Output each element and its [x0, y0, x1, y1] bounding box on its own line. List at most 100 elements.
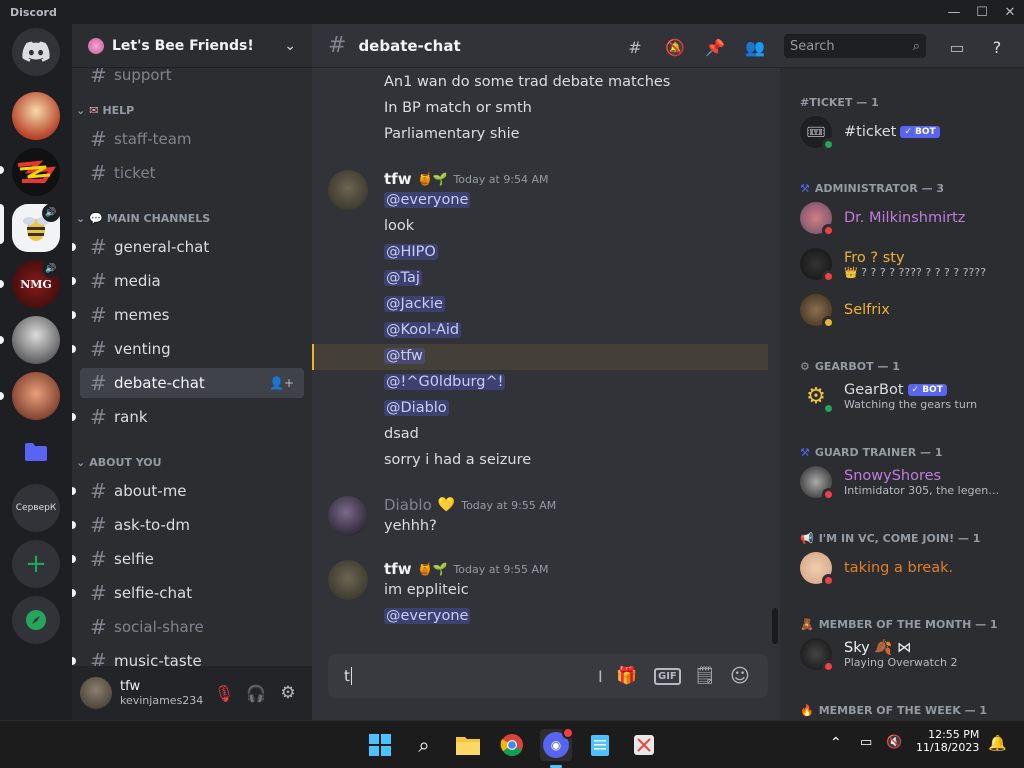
message-author[interactable]: tfw: [384, 170, 412, 188]
message-author[interactable]: tfw: [384, 560, 412, 578]
channel-ask-to-dm[interactable]: # ask-to-dm: [72, 510, 304, 540]
folder-icon: [25, 443, 47, 461]
notepad-icon[interactable]: [584, 729, 616, 761]
pin-icon[interactable]: 📌: [704, 36, 726, 58]
emoji-icon[interactable]: ☺: [730, 665, 750, 687]
server-header[interactable]: Let's Bee Friends! ⌄: [72, 24, 312, 68]
channel-rank[interactable]: # rank: [72, 402, 304, 432]
mention-everyone[interactable]: @everyone: [384, 608, 471, 624]
start-button[interactable]: [364, 729, 396, 761]
help-icon[interactable]: ?: [986, 36, 1008, 58]
message-composer[interactable]: t I 🎁 GIF 🗒 ☺: [328, 654, 768, 698]
inbox-icon[interactable]: ▭: [946, 36, 968, 58]
chrome-icon[interactable]: [496, 729, 528, 761]
mention-user[interactable]: @Jackie: [384, 296, 445, 312]
gear-icon[interactable]: ⚙: [272, 683, 304, 703]
group-label: #TICKET — 1: [800, 96, 879, 109]
composer-input[interactable]: t: [344, 667, 350, 685]
category-about-you[interactable]: ⌄ ABOUT YOU: [76, 456, 162, 469]
server-icon-5[interactable]: [12, 316, 60, 364]
channel-music-taste[interactable]: # music-taste: [72, 646, 304, 666]
server-icon-1[interactable]: [12, 92, 60, 140]
member-list-icon[interactable]: 👥: [744, 36, 766, 58]
channel-venting[interactable]: # venting: [72, 334, 304, 364]
direct-messages-button[interactable]: [12, 28, 60, 76]
channel-media[interactable]: # media: [72, 266, 304, 296]
mic-muted-icon[interactable]: 🎙: [208, 684, 240, 703]
hash-icon: #: [90, 68, 107, 87]
windows-logo-icon: [369, 734, 391, 756]
category-label: ABOUT YOU: [89, 456, 162, 469]
mention-user[interactable]: @Kool-Aid: [384, 322, 462, 338]
avatar[interactable]: [80, 677, 112, 709]
avatar[interactable]: [328, 496, 368, 536]
gift-icon[interactable]: 🎁: [616, 666, 637, 686]
channel-selfie-chat[interactable]: # selfie-chat: [72, 578, 304, 608]
clock[interactable]: 12:55 PM 11/18/2023: [916, 728, 979, 754]
notepad-logo-icon: [591, 735, 609, 756]
close-icon[interactable]: ✕: [996, 0, 1024, 24]
chevron-up-icon[interactable]: ⌃: [830, 735, 842, 751]
channel-staff-team[interactable]: # staff-team: [80, 124, 304, 154]
message-author[interactable]: Diablo: [384, 496, 432, 514]
server-icon-2[interactable]: [12, 148, 60, 196]
network-icon[interactable]: ▭: [860, 735, 872, 750]
maximize-icon[interactable]: ☐: [968, 0, 996, 24]
member-item[interactable]: Fro ? sty 👑 ? ? ? ? ???? ? ? ? ? ????: [800, 248, 1010, 283]
mention-user[interactable]: @!^G0ldburg^!: [384, 374, 506, 390]
member-item[interactable]: SnowyShores Intimidator 305, the legend r…: [800, 466, 1010, 501]
mention-self[interactable]: @tfw: [384, 348, 425, 364]
member-item[interactable]: ⚙ GearBot ✓ BOT Watching the gears turn: [800, 380, 1010, 415]
search-input[interactable]: Search: [790, 39, 913, 54]
mention-everyone[interactable]: @everyone: [384, 192, 471, 208]
member-item[interactable]: 🎟 #ticket ✓ BOT: [800, 116, 1010, 151]
explore-servers-button[interactable]: [12, 596, 60, 644]
megaphone-icon: 📢: [800, 532, 814, 545]
channel-social-share[interactable]: # social-share: [80, 612, 304, 642]
invite-icon[interactable]: 👤+: [269, 376, 294, 390]
sticker-icon[interactable]: 🗒: [694, 666, 716, 686]
category-help[interactable]: ⌄ ✉ HELP: [76, 104, 134, 117]
avatar: [800, 294, 835, 329]
search-box[interactable]: Search ⌕: [784, 34, 926, 58]
member-item[interactable]: Selfrix: [800, 294, 1010, 329]
member-item[interactable]: Dr. Milkinshmirtz: [800, 202, 1010, 237]
member-name: SnowyShores: [844, 467, 942, 484]
threads-icon[interactable]: #: [624, 36, 646, 58]
user-display-name: tfw: [120, 679, 141, 694]
category-main-channels[interactable]: ⌄ 💬 MAIN CHANNELS: [76, 212, 210, 225]
user-info[interactable]: tfw kevinjames234: [120, 679, 208, 707]
channel-support[interactable]: # support: [80, 68, 304, 90]
hash-icon: #: [328, 33, 347, 58]
message-text: sorry i had a seizure: [384, 452, 532, 468]
mention-user[interactable]: @Diablo: [384, 400, 449, 416]
server-folder[interactable]: [12, 428, 60, 476]
member-item[interactable]: taking a break.: [800, 552, 1010, 587]
avatar[interactable]: [328, 170, 368, 210]
scrollbar-thumb[interactable]: [772, 608, 778, 644]
notification-muted-icon[interactable]: 🔕: [664, 36, 686, 58]
discord-taskbar-icon[interactable]: ◉: [540, 727, 574, 761]
channel-selfie[interactable]: # selfie: [72, 544, 304, 574]
channel-memes[interactable]: # memes: [72, 300, 304, 330]
file-explorer-icon[interactable]: [452, 729, 484, 761]
headphones-icon[interactable]: 🎧: [240, 684, 272, 703]
channel-about-me[interactable]: # about-me: [72, 476, 304, 506]
minimize-icon[interactable]: —: [940, 0, 968, 24]
avatar[interactable]: [328, 560, 368, 600]
add-server-button[interactable]: +: [12, 540, 60, 588]
channel-ticket[interactable]: # ticket: [80, 158, 304, 188]
member-item[interactable]: Sky 🍂 ⋈ Playing Overwatch 2: [800, 638, 1010, 673]
channel-debate-chat[interactable]: # debate-chat 👤+: [80, 368, 304, 398]
mention-user[interactable]: @HIPO: [384, 244, 438, 260]
member-name: Sky 🍂 ⋈: [844, 640, 912, 656]
search-icon[interactable]: ⌕: [408, 729, 440, 761]
mention-user[interactable]: @Taj: [384, 270, 422, 286]
server-icon-6[interactable]: [12, 372, 60, 420]
channel-general-chat[interactable]: # general-chat: [72, 232, 304, 262]
snipping-tool-icon[interactable]: [628, 729, 660, 761]
volume-muted-icon[interactable]: 🔇: [886, 735, 902, 750]
server-icon-text[interactable]: СерверК: [12, 484, 60, 532]
gif-icon[interactable]: GIF: [654, 667, 681, 685]
notification-bell-icon[interactable]: 🔔: [988, 734, 1007, 752]
